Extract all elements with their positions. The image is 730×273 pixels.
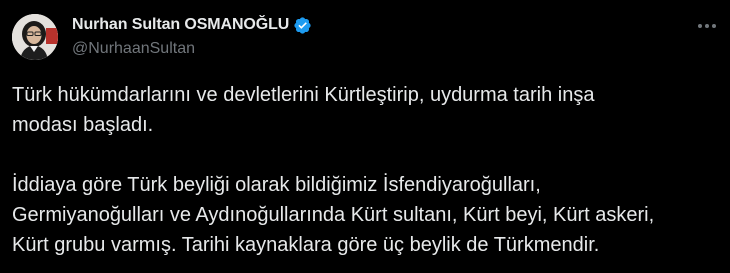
display-name[interactable]: Nurhan Sultan OSMANOĞLU xyxy=(72,16,289,34)
tweet-text: Türk hükümdarlarını ve devletlerini Kürt… xyxy=(12,80,724,260)
tweet-text-line: İddiaya göre Türk beyliği olarak bildiği… xyxy=(12,174,541,196)
tweet-text-line: Kürt grubu varmış. Tarihi kaynaklara gör… xyxy=(12,234,600,256)
more-dot xyxy=(712,24,716,28)
tweet-paragraph: Türk hükümdarlarını ve devletlerini Kürt… xyxy=(12,80,724,140)
tweet-text-line: Germiyanoğulları ve Aydınoğullarında Kür… xyxy=(12,204,655,226)
more-horizontal-icon[interactable] xyxy=(696,16,718,36)
verified-badge-icon xyxy=(293,16,312,35)
user-handle[interactable]: @NurhaanSultan xyxy=(72,40,195,58)
tweet-paragraph: İddiaya göre Türk beyliği olarak bildiği… xyxy=(12,170,724,260)
more-dot xyxy=(698,24,702,28)
tweet-text-line: Türk hükümdarlarını ve devletlerini Kürt… xyxy=(12,84,595,106)
more-dot xyxy=(705,24,709,28)
tweet: Nurhan Sultan OSMANOĞLU @NurhaanSultan T… xyxy=(0,0,730,273)
avatar-image xyxy=(12,14,58,60)
author-name-row: Nurhan Sultan OSMANOĞLU xyxy=(72,14,312,36)
tweet-text-line: modası başladı. xyxy=(12,114,154,136)
avatar[interactable] xyxy=(12,14,58,60)
